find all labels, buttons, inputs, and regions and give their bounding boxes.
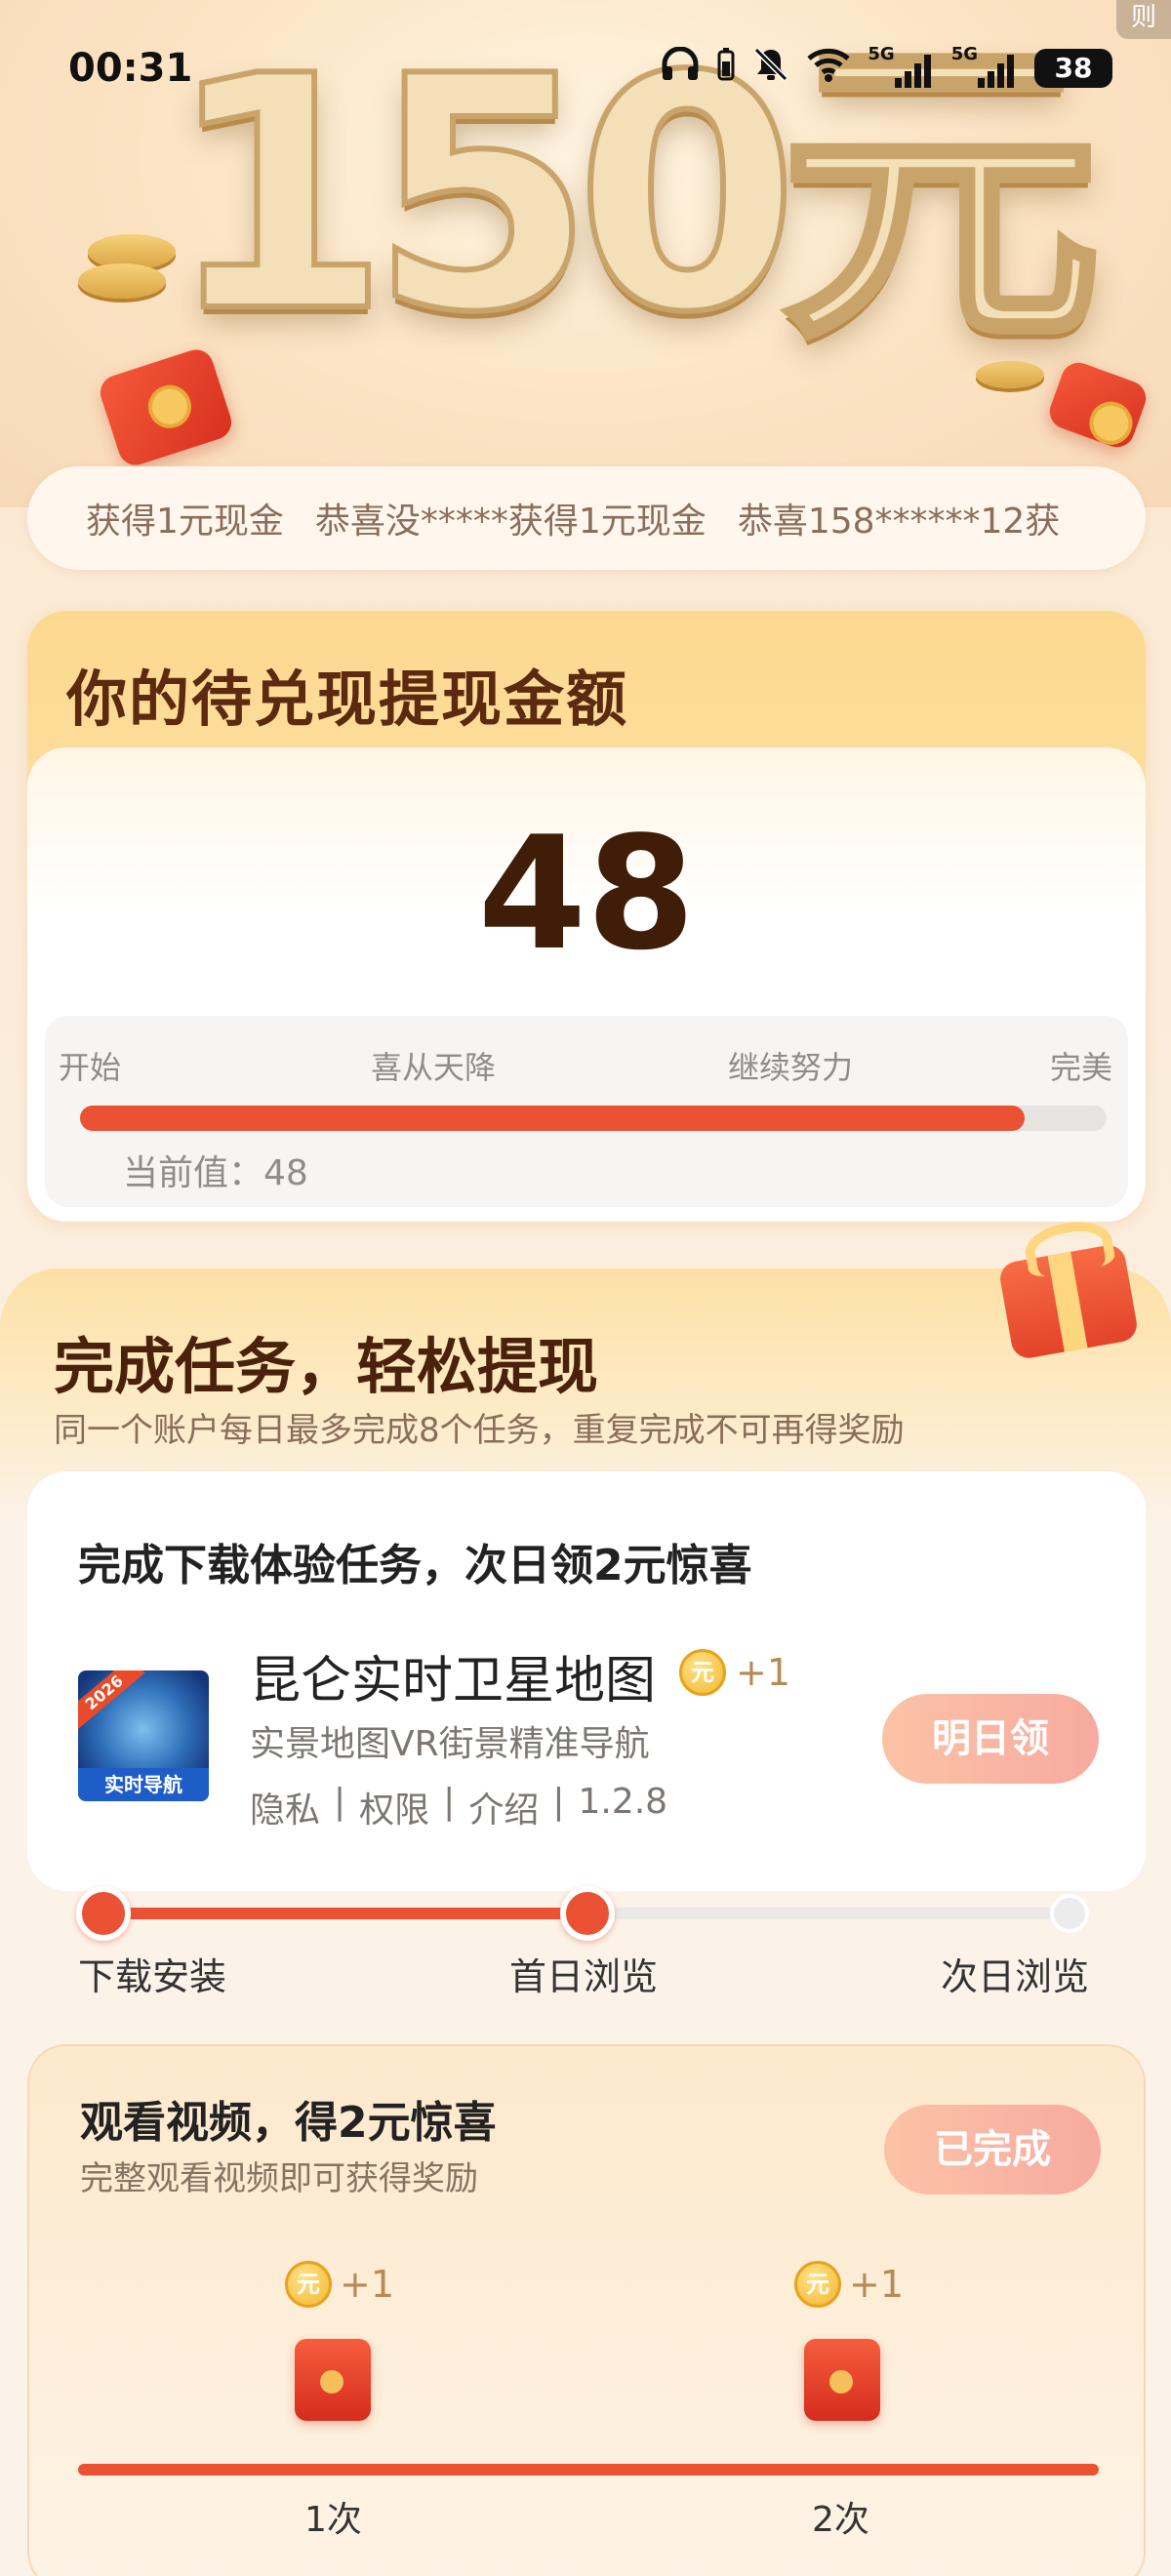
ticker-item: 恭喜没*****获得1元现金 (314, 502, 707, 542)
link-separator: | (334, 1782, 346, 1822)
ticker-item: 恭喜158******12获 (737, 502, 1061, 542)
task-panel: 完成任务，轻松提现 同一个账户每日最多完成8个任务，重复完成不可再得奖励 完成下… (0, 1242, 1171, 2576)
red-packet-icon (804, 2339, 880, 2421)
link-separator: | (552, 1782, 565, 1822)
claim-tomorrow-button[interactable]: 明日领 (882, 1694, 1099, 1784)
step-label-first-day: 首日浏览 (509, 1955, 659, 1998)
balance-amount: 48 (477, 802, 696, 985)
video-task-card: 观看视频，得2元惊喜 完整观看视频即可获得奖励 已完成 元 +1 元 +1 1次… (27, 2044, 1146, 2576)
step-dot-first-day (560, 1886, 615, 1941)
reward-amount: +1 (849, 2263, 905, 2306)
ticker-track: 获得1元现金 恭喜没*****获得1元现金 恭喜158******12获 (86, 493, 1060, 543)
reward-amount: +1 (340, 2263, 395, 2306)
balance-progress: 开始 喜从天降 继续努力 完美 当前值：48 (45, 1016, 1128, 1207)
app-links: 隐私 | 权限 | 介绍 | 1.2.8 (250, 1782, 667, 1832)
video-task-subtitle: 完整观看视频即可获得奖励 (80, 2159, 478, 2198)
intro-link[interactable]: 介绍 (468, 1782, 539, 1832)
step-label-download: 下载安装 (78, 1955, 227, 1998)
video-reward-1: 元 +1 (285, 2261, 394, 2308)
battery-indicator: 38 (1034, 49, 1112, 88)
app-description: 实景地图VR街景精准导航 (250, 1724, 650, 1764)
coin-icon: 元 (285, 2261, 332, 2308)
status-bar: 00:31 5G 5G 38 (0, 0, 1171, 137)
video-progress-bar (78, 2464, 1099, 2475)
balance-card: 你的待兑现提现金额 48 开始 喜从天降 继续努力 完美 当前值：48 (27, 611, 1146, 1222)
signal-5g-icon-2: 5G (951, 44, 1017, 88)
coin-icon: 元 (679, 1649, 726, 1696)
task-section-title: 完成任务，轻松提现 (54, 1331, 599, 1402)
progress-track (80, 1106, 1107, 1131)
link-separator: | (443, 1782, 456, 1822)
red-packet-icon (295, 2339, 371, 2421)
download-task-card: 完成下载体验任务，次日领2元惊喜 2026 实时导航 昆仑实时卫星地图 元 +1… (27, 1471, 1146, 1891)
battery-small-icon (717, 47, 735, 90)
step-dot-download (76, 1886, 131, 1941)
video-count-label: 2次 (812, 2500, 869, 2540)
balance-title: 你的待兑现提现金额 (66, 664, 629, 735)
mute-icon (752, 46, 789, 92)
reward-amount: +1 (736, 1651, 791, 1694)
progress-fill (80, 1106, 1025, 1131)
milestone-label: 喜从天降 (371, 1049, 497, 1086)
milestone-label: 开始 (59, 1049, 122, 1086)
signal-5g-icon: 5G (868, 44, 933, 88)
coin-icon: 元 (794, 2261, 841, 2308)
app-name: 昆仑实时卫星地图 (250, 1652, 657, 1711)
signal-5g-label: 5G (868, 44, 895, 64)
step-label-next-day: 次日浏览 (941, 1955, 1090, 1998)
milestone-label: 完美 (1050, 1049, 1113, 1086)
download-reward: 元 +1 (679, 1649, 790, 1696)
app-version: 1.2.8 (578, 1782, 668, 1822)
ticker-item: 获得1元现金 (86, 502, 284, 542)
app-icon-badge: 实时导航 (78, 1768, 209, 1801)
task-section-subtitle: 同一个账户每日最多完成8个任务，重复完成不可再得奖励 (54, 1411, 905, 1450)
rules-tab[interactable]: 则 (1116, 0, 1171, 39)
balance-panel: 48 开始 喜从天降 继续努力 完美 当前值：48 (27, 747, 1146, 1222)
wifi-icon (807, 47, 851, 91)
headphones-icon (661, 46, 700, 91)
video-task-title: 观看视频，得2元惊喜 (80, 2098, 497, 2148)
completed-button[interactable]: 已完成 (884, 2105, 1101, 2194)
video-reward-2: 元 +1 (794, 2261, 904, 2308)
signal-5g-label-2: 5G (950, 44, 978, 64)
step-dot-next-day (1050, 1894, 1089, 1933)
status-icons: 5G 5G 38 (661, 44, 1112, 92)
status-time: 00:31 (68, 46, 193, 91)
milestone-label: 继续努力 (728, 1049, 854, 1086)
app-icon[interactable]: 2026 实时导航 (78, 1670, 209, 1801)
app-icon-ribbon: 2026 (78, 1670, 145, 1730)
permissions-link[interactable]: 权限 (359, 1782, 429, 1832)
privacy-link[interactable]: 隐私 (250, 1782, 320, 1832)
steps-fill (76, 1908, 573, 1919)
download-task-heading: 完成下载体验任务，次日领2元惊喜 (78, 1541, 752, 1590)
video-count-label: 1次 (304, 2500, 362, 2540)
winners-ticker: 获得1元现金 恭喜没*****获得1元现金 恭喜158******12获 (27, 466, 1146, 570)
progress-current-value: 当前值：48 (123, 1153, 308, 1193)
coin-stack-decoration (78, 263, 166, 299)
gift-box-icon (997, 1242, 1140, 1361)
